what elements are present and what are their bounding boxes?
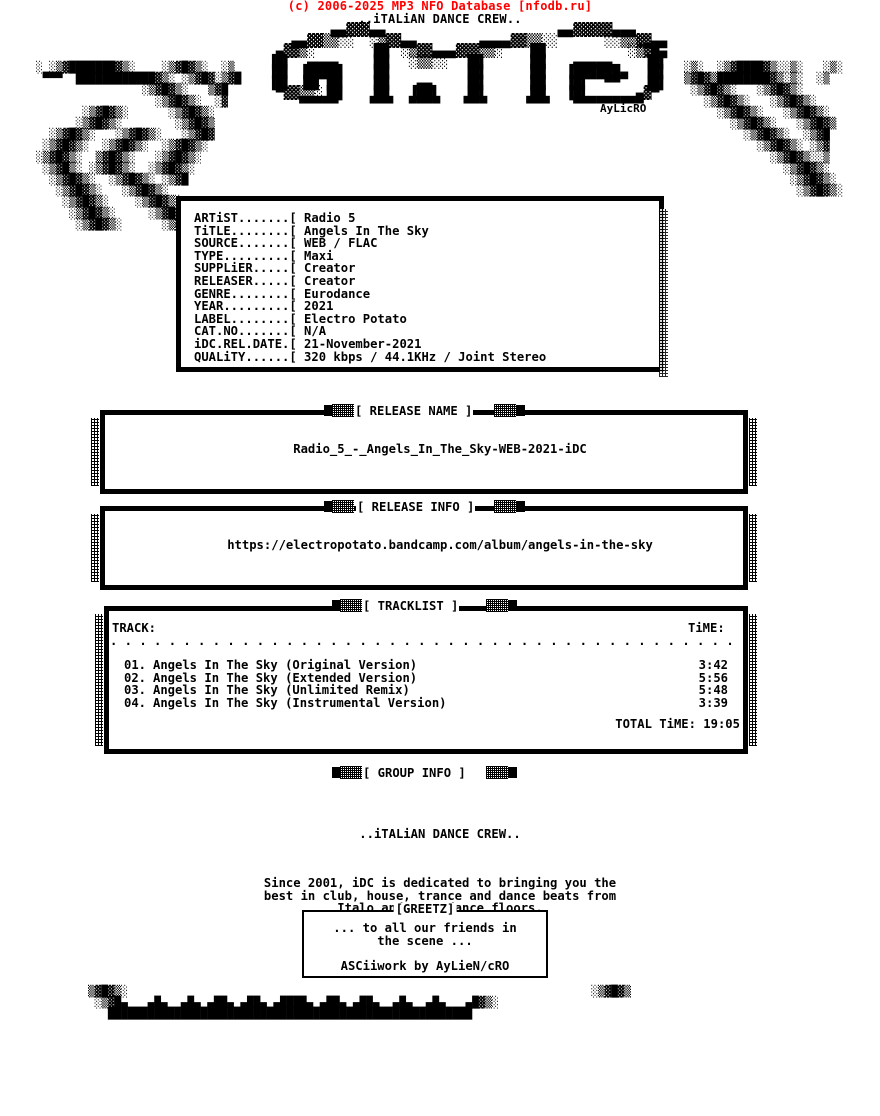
greetz-lines: ... to all our friends in the scene ... … xyxy=(333,921,517,973)
tracklist-right-shade xyxy=(749,614,757,746)
track-row: 03. Angels In The Sky (Unlimited Remix) 5:… xyxy=(0,684,740,697)
release-info-section-label: [ RELEASE INFO ] xyxy=(356,500,476,514)
group-info-label-left-checker xyxy=(340,766,362,779)
tracklist-total-time: TOTAL TiME: 19:05 xyxy=(615,717,740,731)
group-info-label-right-checker xyxy=(486,766,508,779)
track-time: 5:48 xyxy=(698,683,728,698)
bottom-border-ascii-art: ▒▓█▓▒░ ░▒▓█▓▒ ░▒▓█▄ ▄█▄ ▄█▄ ▄██▄ ▄██▄ ▄█… xyxy=(88,985,632,1021)
group-info-section-label: [ GROUP INFO ] xyxy=(362,766,467,780)
release-name-label-right-cap xyxy=(516,405,525,416)
tracklist-section-label: [ TRACKLIST ] xyxy=(362,599,460,613)
release-name-section-label: [ RELEASE NAME ] xyxy=(354,404,474,418)
info-box-shadow xyxy=(659,209,668,377)
nfo-page: (c) 2006-2025 MP3 NFO Database [nfodb.ru… xyxy=(0,0,880,1116)
track-row: 01. Angels In The Sky (Original Version) 3… xyxy=(0,659,740,672)
release-name-label-left-cap xyxy=(324,405,333,416)
tracklist-col-header-time: TiME: xyxy=(688,621,725,635)
track-time: 3:42 xyxy=(698,658,728,672)
greetz-box: [GREETZ] ... to all our friends in the s… xyxy=(302,903,548,978)
group-info-label-left-cap xyxy=(332,767,341,778)
release-info-box: ARTiST.......[ Radio 5 TiTLE........[ An… xyxy=(176,196,668,377)
release-info-fields: ARTiST.......[ Radio 5 TiTLE........[ An… xyxy=(194,211,547,364)
release-info-label-right-checker xyxy=(494,500,516,513)
release-info-label-left-checker xyxy=(332,500,354,513)
group-info-label-right-cap xyxy=(508,767,517,778)
ascii-artist-signature: AyLicRO xyxy=(600,102,647,115)
release-info-label-right-cap xyxy=(516,501,525,512)
idc-logo-ascii-art: ▄▄▓▓▓▄▄ ▄▄▓▓▓▓▓▄▄▄ ▄▄▓▓▒▒░░ ░▒▓▓▄▄ ▄▄▄▄▓… xyxy=(268,23,668,112)
track-time: 3:39 xyxy=(698,695,728,710)
release-name-value: Radio_5_-_Angels_In_The_Sky-WEB-2021-iDC xyxy=(293,442,587,456)
greetz-title: [GREETZ] xyxy=(393,902,457,916)
track-row: 04. Angels In The Sky (Instrumental Versi… xyxy=(0,697,740,710)
tracklist-col-header-track: TRACK: xyxy=(112,621,157,635)
tracklist-label-right-cap xyxy=(508,600,517,611)
right-border-ascii-art: ░▒░ ░▒▓████▓▒░░▒░ ░▒░ ▒▓█▓▒████████▓▒░▒░… xyxy=(684,61,843,198)
tracklist-divider: . . . . . . . . . . . . . . . . . . . . … xyxy=(110,635,740,648)
group-info-heading: ..iTALiAN DANCE CREW.. xyxy=(359,827,521,842)
tracklist-label-left-cap xyxy=(332,600,341,611)
tracklist-label-right-checker xyxy=(486,599,508,612)
release-info-url[interactable]: https://electropotato.bandcamp.com/album… xyxy=(0,539,880,552)
release-name-label-right-checker xyxy=(494,404,516,417)
tracklist-label-left-checker xyxy=(340,599,362,612)
release-name-label-left-checker xyxy=(332,404,354,417)
release-info-label-left-cap xyxy=(324,501,333,512)
